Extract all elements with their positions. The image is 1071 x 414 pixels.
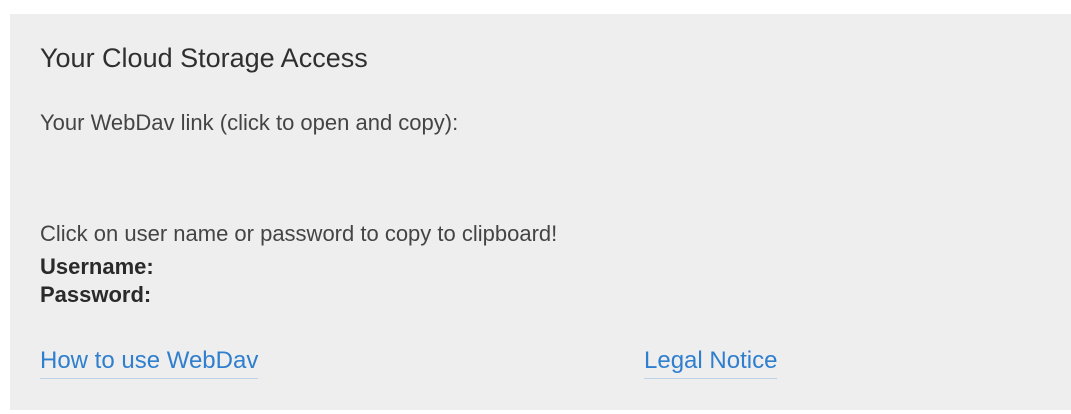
username-label: Username: <box>40 254 154 279</box>
password-value[interactable] <box>165 282 365 306</box>
webdav-link[interactable] <box>40 159 640 187</box>
username-row: Username: <box>40 254 368 280</box>
legal-notice-link[interactable]: Legal Notice <box>644 344 778 379</box>
panel-title: Your Cloud Storage Access <box>40 43 368 73</box>
clipboard-hint: Click on user name or password to copy t… <box>40 221 558 246</box>
how-to-use-webdav-link[interactable]: How to use WebDav <box>40 344 259 379</box>
username-value[interactable] <box>168 254 368 278</box>
password-label: Password: <box>40 282 152 307</box>
webdav-link-instruction: Your WebDav link (click to open and copy… <box>40 110 459 135</box>
cloud-storage-panel: Your Cloud Storage Access Your WebDav li… <box>10 14 1071 410</box>
password-row: Password: <box>40 282 365 308</box>
